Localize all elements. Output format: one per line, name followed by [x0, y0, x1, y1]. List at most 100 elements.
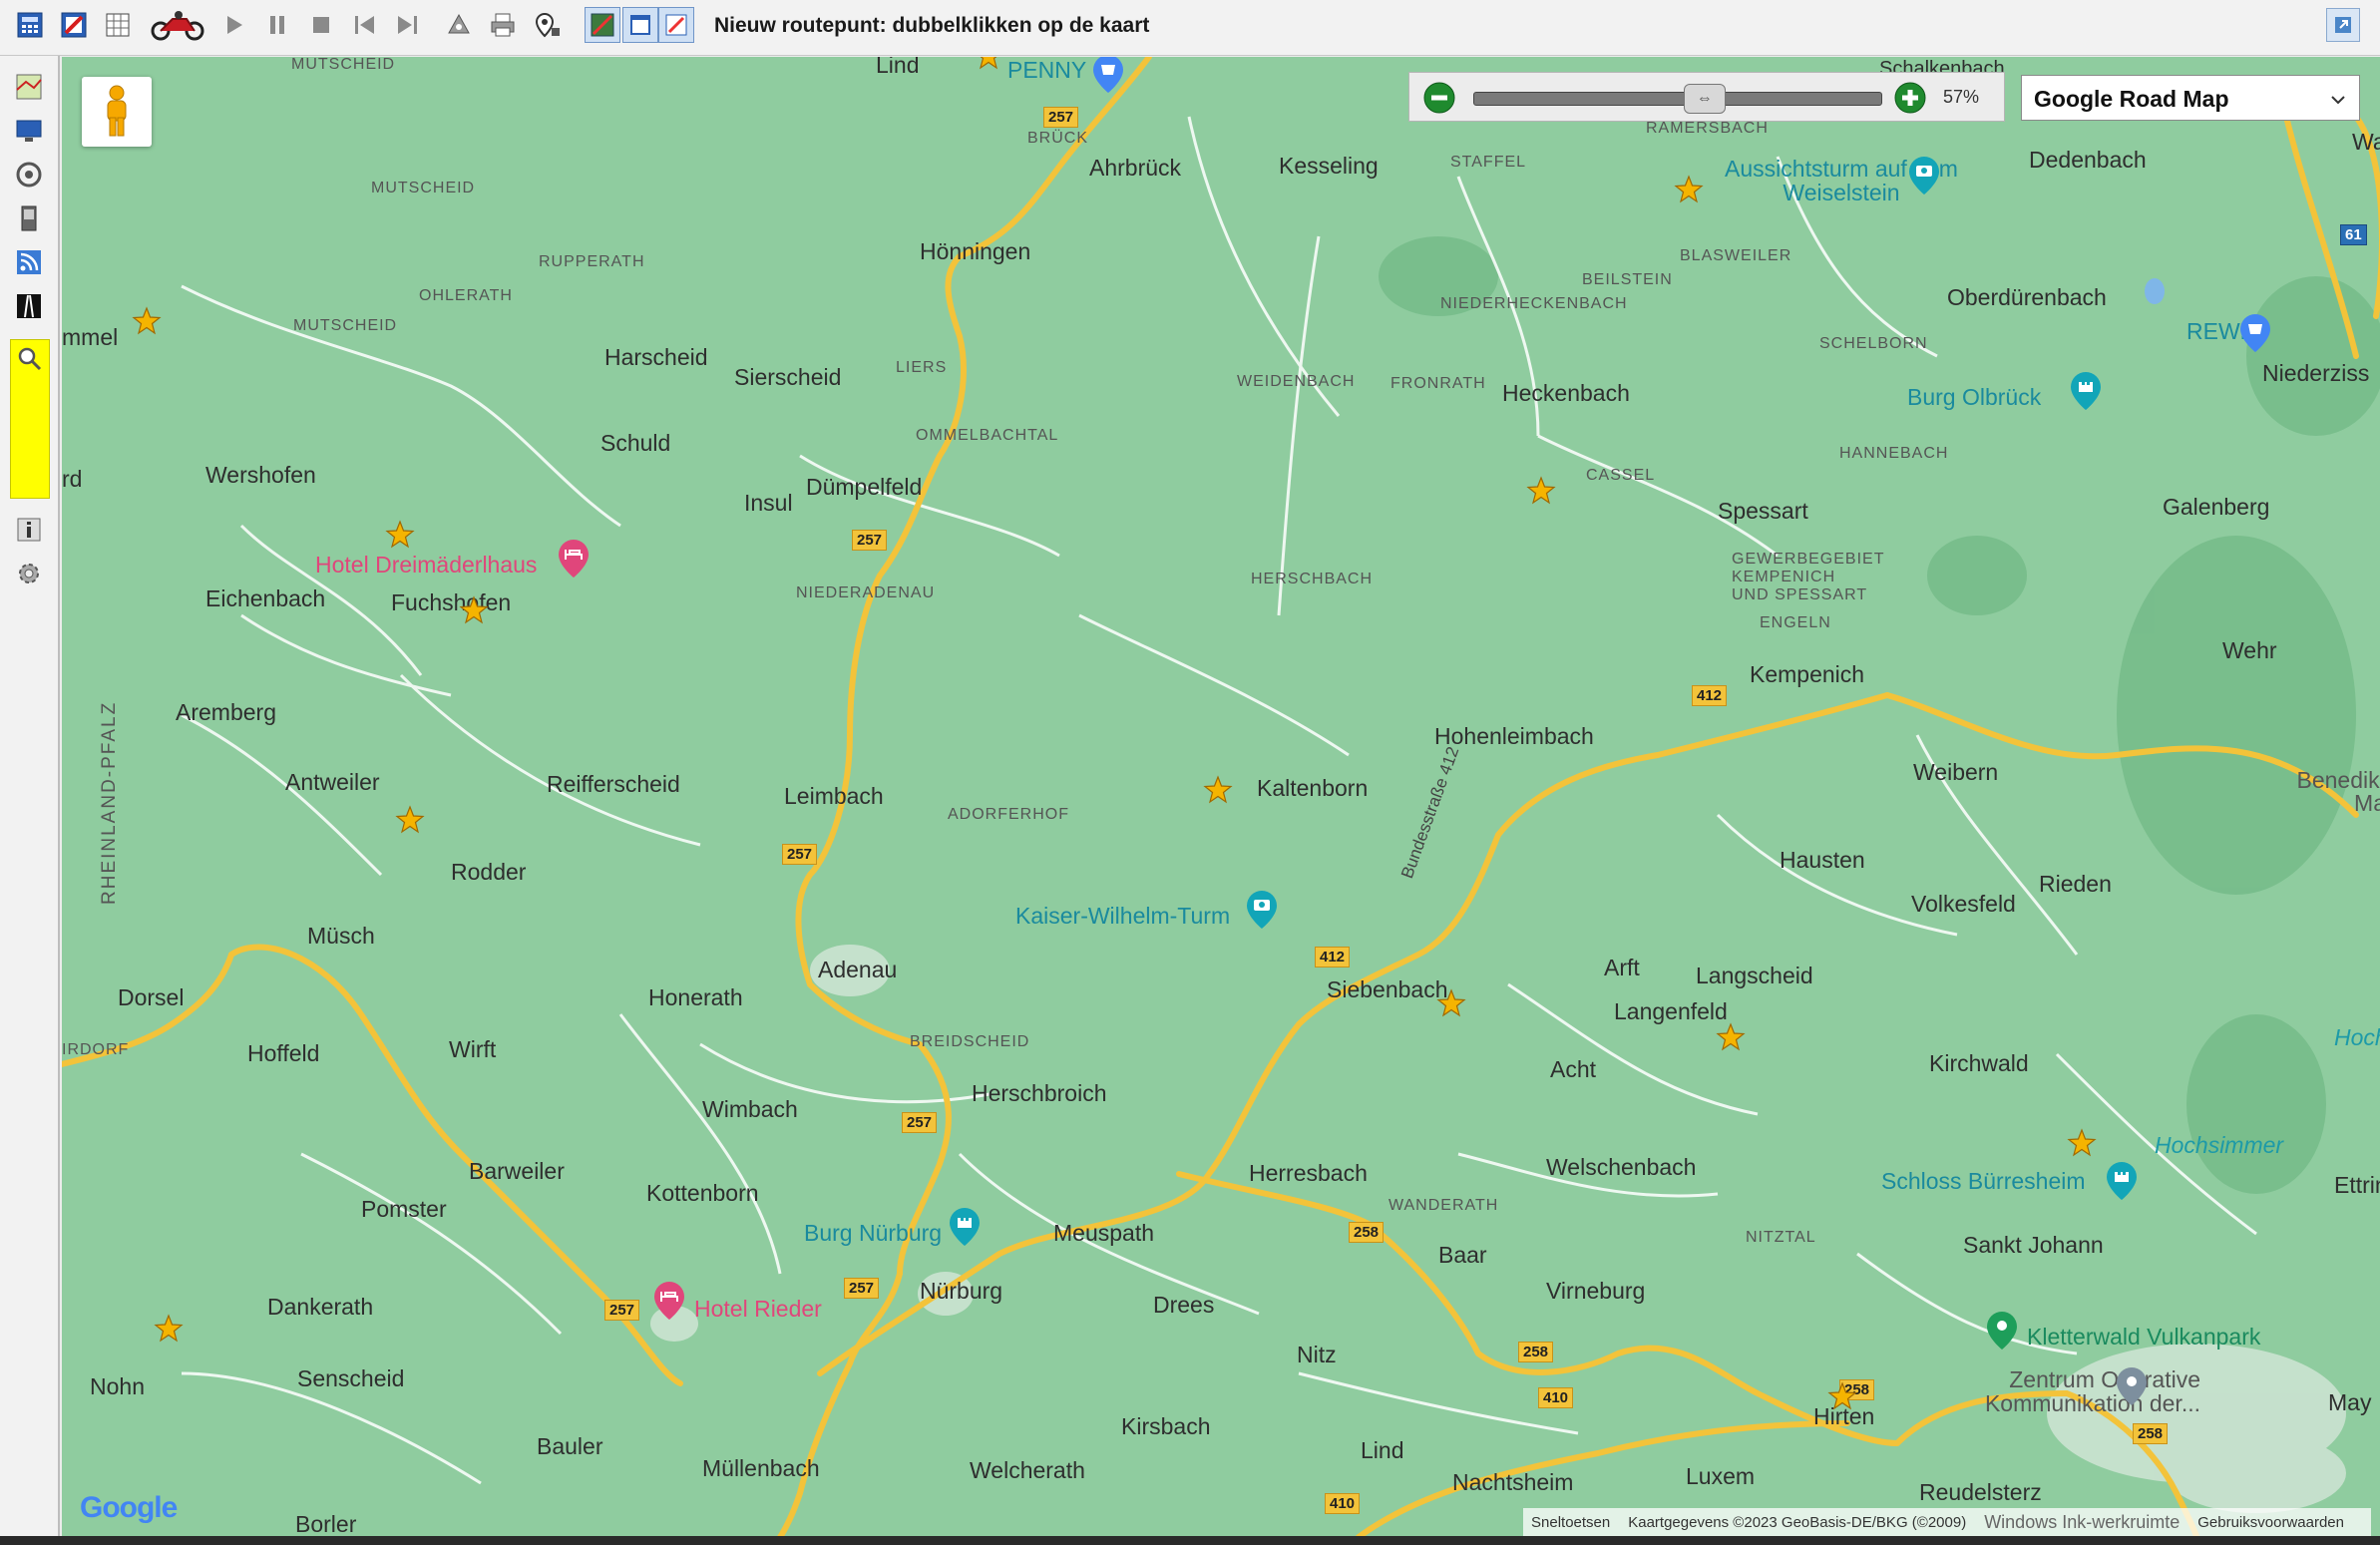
- shop-pin-icon[interactable]: [1091, 57, 1125, 95]
- favorite-star-icon[interactable]: [385, 520, 415, 550]
- monitor-icon[interactable]: [10, 112, 48, 150]
- place-label: Müllenbach: [702, 1455, 820, 1481]
- street-view-pegman-icon[interactable]: [82, 77, 152, 147]
- favorite-star-icon[interactable]: [154, 1314, 184, 1344]
- favorite-star-icon[interactable]: [1674, 175, 1704, 204]
- map-type-select[interactable]: Google Road Map: [2021, 75, 2360, 121]
- gear-icon[interactable]: [10, 555, 48, 592]
- place-label: Arft: [1604, 955, 1640, 980]
- place-label: Eichenbach: [205, 585, 326, 611]
- locality-label: CASSEL: [1586, 467, 1656, 484]
- zoom-out-button[interactable]: [1423, 82, 1455, 119]
- camera-pin-icon[interactable]: [1245, 889, 1279, 931]
- map-layer-icon[interactable]: [10, 68, 48, 106]
- locality-label: WANDERATH: [1388, 1197, 1499, 1214]
- place-label: Müsch: [307, 923, 375, 949]
- favorite-star-icon[interactable]: [1827, 1381, 1857, 1411]
- place-label: Oberdürenbach: [1947, 284, 2107, 310]
- locality-label: RUPPERATH: [539, 253, 645, 270]
- poi-label: Zentrum Operative Kommunikation der...: [1984, 1366, 2200, 1417]
- favorite-star-icon[interactable]: [1716, 1022, 1746, 1052]
- poi-label: Burg Nürburg: [804, 1220, 943, 1246]
- skip-forward-icon[interactable]: [389, 7, 425, 43]
- status-message: Nieuw routepunt: dubbelklikken op de kaa…: [714, 14, 1150, 37]
- hotel-pin-icon[interactable]: [557, 538, 591, 579]
- locality-label: OHLERATH: [419, 287, 513, 304]
- place-label: Hohenleimbach: [1434, 723, 1594, 749]
- place-label: Insul: [744, 490, 793, 516]
- locality-label: OMMELBACHTAL: [916, 427, 1059, 444]
- zoom-control: ⇔ 57%: [1408, 72, 2005, 122]
- edit-route-icon[interactable]: [658, 7, 694, 43]
- place-label: Dorsel: [118, 984, 185, 1010]
- search-panel[interactable]: [10, 339, 50, 499]
- gps-target-icon[interactable]: [10, 156, 48, 193]
- place-label: Nürburg: [920, 1278, 1003, 1304]
- road-icon[interactable]: [10, 287, 48, 325]
- pause-icon[interactable]: [259, 7, 295, 43]
- waypoint-icon[interactable]: [529, 7, 565, 43]
- place-label: Honerath: [648, 984, 743, 1010]
- calculator-red-icon[interactable]: [56, 7, 92, 43]
- place-label: MUTSCHEID: [291, 57, 396, 73]
- locality-label: MUTSCHEID: [293, 317, 398, 334]
- poi-label: Burg Olbrück: [1907, 384, 2042, 410]
- locality-label: HERSCHBACH: [1251, 571, 1374, 587]
- place-label: Weibern: [1913, 759, 1999, 785]
- locality-label: NIEDERHECKENBACH: [1440, 295, 1628, 312]
- feed-icon[interactable]: [10, 243, 48, 281]
- zoom-slider-track[interactable]: ⇔: [1473, 84, 1882, 114]
- castle-pin-icon[interactable]: [2105, 1160, 2139, 1202]
- shortcuts-link[interactable]: Sneltoetsen: [1531, 1514, 1610, 1531]
- park-pin-icon[interactable]: [1985, 1310, 2019, 1352]
- window-view-icon[interactable]: [622, 7, 658, 43]
- locality-label: BLASWEILER: [1680, 247, 1792, 264]
- locality-label: FRONRATH: [1390, 375, 1486, 392]
- favorite-star-icon[interactable]: [1436, 988, 1466, 1018]
- poi-label: Kaiser-Wilhelm-Turm: [1015, 903, 1231, 929]
- favorite-star-icon[interactable]: [132, 306, 162, 336]
- place-label: Rieden: [2039, 871, 2112, 897]
- favorite-star-icon[interactable]: [1526, 476, 1556, 506]
- place-pin-icon[interactable]: [2115, 1365, 2149, 1407]
- place-label: Ettringe: [2334, 1172, 2380, 1198]
- favorite-star-icon[interactable]: [2067, 1128, 2097, 1158]
- skip-back-icon[interactable]: [347, 7, 383, 43]
- route-tools-icon[interactable]: [441, 7, 477, 43]
- road-shield: 257: [852, 530, 888, 551]
- favorite-star-icon[interactable]: [1203, 775, 1233, 805]
- stop-icon[interactable]: [303, 7, 339, 43]
- place-label: Nitz: [1297, 1342, 1337, 1367]
- play-icon[interactable]: [215, 7, 251, 43]
- road-shield: 410: [1325, 1493, 1361, 1514]
- favorite-star-icon[interactable]: [459, 595, 489, 625]
- hotel-pin-icon[interactable]: [652, 1280, 686, 1322]
- shop-pin-icon[interactable]: [2238, 312, 2272, 354]
- hotel-label: Hotel Dreimäderlhaus: [315, 552, 538, 578]
- road-shield: 61: [2340, 224, 2367, 245]
- place-label: Welschenbach: [1546, 1154, 1697, 1180]
- castle-pin-icon[interactable]: [948, 1206, 982, 1248]
- map-canvas[interactable]: 257 257 257 257 257 257 412 412 258 258 …: [62, 57, 2380, 1537]
- favorite-star-icon[interactable]: [974, 57, 1003, 71]
- detach-window-icon[interactable]: [2326, 8, 2360, 42]
- castle-pin-icon[interactable]: [2069, 370, 2103, 412]
- print-icon[interactable]: [485, 7, 521, 43]
- zoom-in-button[interactable]: [1894, 82, 1926, 119]
- camera-pin-icon[interactable]: [1907, 155, 1941, 196]
- table-icon[interactable]: [100, 7, 136, 43]
- chart-view-icon[interactable]: [585, 7, 620, 43]
- motorcycle-icon[interactable]: [150, 7, 205, 43]
- locality-label: ENGELN: [1760, 614, 1831, 631]
- zoom-slider-thumb[interactable]: ⇔: [1683, 84, 1726, 114]
- search-icon[interactable]: [17, 346, 43, 377]
- road-shield: 412: [1315, 947, 1351, 967]
- terms-link[interactable]: Gebruiksvoorwaarden: [2197, 1514, 2344, 1531]
- calculator-icon[interactable]: [12, 7, 48, 43]
- device-icon[interactable]: [10, 199, 48, 237]
- info-icon[interactable]: [10, 511, 48, 549]
- place-label: Wershofen: [205, 462, 316, 488]
- place-label: Kempenich: [1750, 661, 1865, 687]
- favorite-star-icon[interactable]: [395, 805, 425, 835]
- place-label: Volkesfeld: [1911, 891, 2016, 917]
